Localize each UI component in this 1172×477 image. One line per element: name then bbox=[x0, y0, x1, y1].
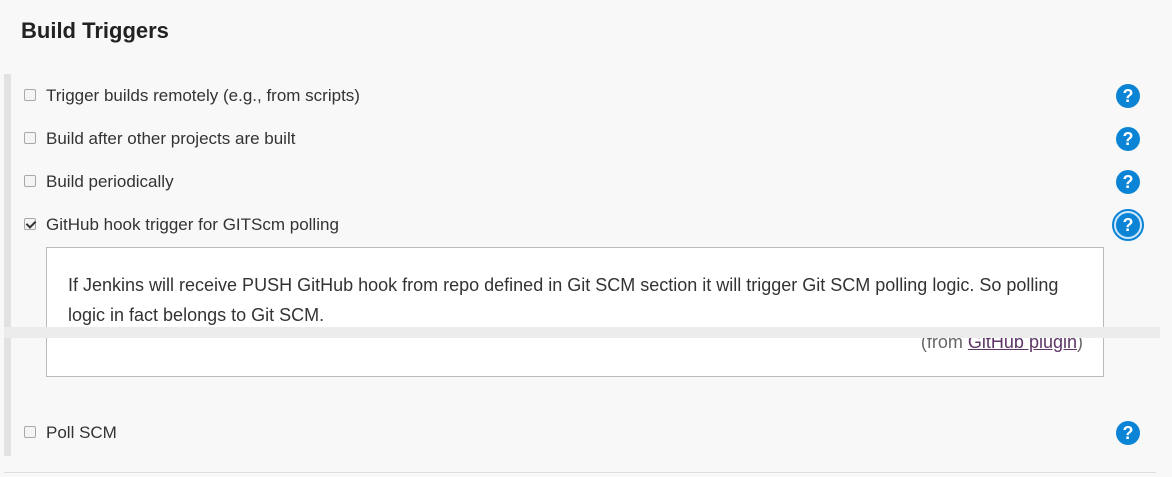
bottom-line bbox=[4, 472, 1156, 473]
build-periodically-checkbox[interactable] bbox=[24, 175, 36, 187]
poll-scm-label[interactable]: Poll SCM bbox=[46, 423, 117, 443]
section-divider bbox=[4, 327, 1160, 338]
trigger-row-periodically: Build periodically ? bbox=[22, 168, 1156, 196]
section-title: Build Triggers bbox=[21, 18, 169, 43]
help-icon[interactable]: ? bbox=[1116, 127, 1140, 151]
poll-scm-checkbox[interactable] bbox=[24, 426, 36, 438]
section-left-bar bbox=[4, 74, 11, 456]
trigger-row-after-other: Build after other projects are built ? bbox=[22, 125, 1156, 153]
help-icon[interactable]: ? bbox=[1112, 209, 1144, 241]
trigger-row-remote: Trigger builds remotely (e.g., from scri… bbox=[22, 82, 1156, 110]
help-icon[interactable]: ? bbox=[1116, 84, 1140, 108]
trigger-remote-label[interactable]: Trigger builds remotely (e.g., from scri… bbox=[46, 86, 360, 106]
build-after-other-checkbox[interactable] bbox=[24, 132, 36, 144]
help-text: If Jenkins will receive PUSH GitHub hook… bbox=[68, 275, 1059, 325]
build-periodically-label[interactable]: Build periodically bbox=[46, 172, 174, 192]
help-icon[interactable]: ? bbox=[1116, 170, 1140, 194]
github-hook-label[interactable]: GitHub hook trigger for GITScm polling bbox=[46, 215, 339, 235]
build-triggers-section: Trigger builds remotely (e.g., from scri… bbox=[4, 74, 1160, 456]
trigger-remote-checkbox[interactable] bbox=[24, 89, 36, 101]
github-hook-checkbox[interactable] bbox=[24, 218, 36, 230]
trigger-row-poll-scm: Poll SCM ? bbox=[22, 419, 1156, 447]
help-icon[interactable]: ? bbox=[1116, 421, 1140, 445]
help-panel: If Jenkins will receive PUSH GitHub hook… bbox=[46, 247, 1104, 377]
trigger-row-github-hook: GitHub hook trigger for GITScm polling ? bbox=[22, 209, 1156, 241]
build-after-other-label[interactable]: Build after other projects are built bbox=[46, 129, 295, 149]
